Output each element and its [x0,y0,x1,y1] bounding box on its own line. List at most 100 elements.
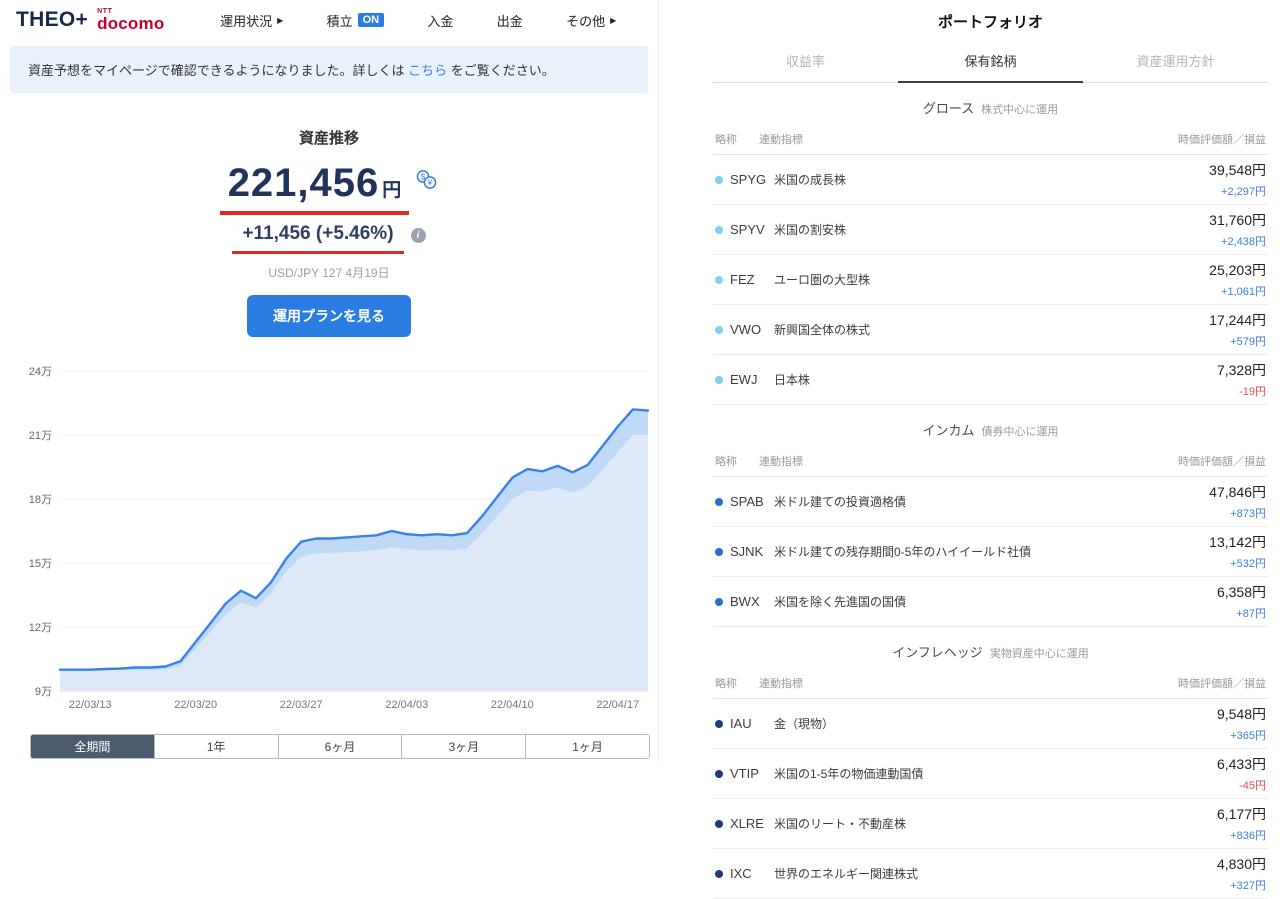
nav-item-5[interactable]: その他 ▶ [566,11,616,30]
holding-row-left: VTIP 米国の1-5年の物価連動国債 [715,765,933,782]
period-tab-4[interactable]: 3ヶ月 [401,735,526,758]
ticker-symbol: SJNK [730,544,764,559]
portfolio-tab-3[interactable]: 資産運用方針 [1083,44,1268,82]
currency-exchange-icon[interactable]: $ ¥ [415,169,438,190]
x-axis-label: 22/04/10 [491,699,534,711]
asset-value: 9,548円 [1216,706,1266,722]
asset-profit-loss: +532円 [1230,558,1266,570]
column-header-ticker: 略称 [715,456,737,468]
holding-row[interactable]: FEZ ユーロ圏の大型株 25,203円 +1,061円 [713,255,1268,305]
period-tab-5[interactable]: 1ヶ月 [525,735,649,758]
ticker-symbol: VTIP [730,766,759,781]
asset-profit-loss: +2,438円 [1221,236,1266,248]
holding-row-left: EWJ 日本株 [715,371,820,388]
section-subtitle: 実物資産中心に運用 [989,648,1089,660]
asset-dot-icon [715,769,723,778]
asset-value: 6,433円 [1216,756,1266,772]
period-tab-1[interactable]: 全期間 [31,735,154,758]
holding-row-right: 9,548円 +365円 [1217,704,1266,743]
asset-profit-loss: +87円 [1236,608,1266,620]
holding-row-left: IAU 金（現物） [715,715,844,732]
total-assets-row: 221,456 円 $ ¥ [0,161,658,215]
nav-item-label: 運用状況 [220,13,273,29]
holding-row[interactable]: SPYV 米国の割安株 31,760円 +2,438円 [713,205,1268,255]
holding-row-right: 6,433円 -45円 [1217,754,1266,793]
asset-value: 25,203円 [1209,262,1266,278]
nav-item-2[interactable]: 積立 ON [327,11,385,30]
period-tab-3[interactable]: 6ヶ月 [277,735,402,758]
holding-row-right: 4,830円 +327円 [1217,854,1266,893]
portfolio-title: ポートフォリオ [937,14,1043,31]
profit-value: +11,456 [242,223,311,244]
holding-row-left: SPYG 米国の成長株 [715,171,856,188]
asset-profit-loss: +579円 [1230,336,1266,348]
nav-item-3[interactable]: 入金 [427,11,453,30]
banner-text-after: をご覧ください。 [447,63,555,78]
asset-description: ユーロ圏の大型株 [774,273,871,287]
portfolio-section: グロース 株式中心に運用 略称 連動指標 時価評価額／損益 SPYG 米国の成長株 39,54… [713,83,1268,405]
asset-dot-icon [715,819,723,828]
brand-logo[interactable]: THEO+ NTT docomo [16,8,164,32]
column-header-value: 時価評価額／損益 [1178,134,1266,146]
column-header-ticker: 略称 [715,678,737,690]
holding-row[interactable]: XLRE 米国のリート・不動産株 6,177円 +836円 [713,799,1268,849]
period-tab-2[interactable]: 1年 [153,735,278,758]
section-title: インフレヘッジ 実物資産中心に運用 [713,627,1268,671]
holding-row[interactable]: EWJ 日本株 7,328円 -19円 [713,355,1268,405]
holding-row[interactable]: IXC 世界のエネルギー関連株式 4,830円 +327円 [713,849,1268,899]
period-selector: 全期間 1年 6ヶ月 3ヶ月 1ヶ月 [30,734,650,759]
holding-row[interactable]: VTIP 米国の1-5年の物価連動国債 6,433円 -45円 [713,749,1268,799]
holding-row-left: SJNK 米ドル建ての残存期間0-5年のハイイールド社債 [715,543,1041,560]
holding-row[interactable]: SJNK 米ドル建ての残存期間0-5年のハイイールド社債 13,142円 +532円 [713,527,1268,577]
holding-row-left: IXC 世界のエネルギー関連株式 [715,865,928,882]
asset-value: 31,760円 [1209,212,1266,228]
ticker-symbol: BWX [730,594,760,609]
portfolio-tab-2[interactable]: 保有銘柄 [898,44,1083,83]
portfolio-tab-1[interactable]: 収益率 [713,44,898,82]
ticker-symbol: SPAB [730,494,764,509]
docomo-logo-text: docomo [97,14,165,33]
profit-underline: +11,456 (+5.46%) [232,223,404,254]
nav-item-label: その他 [566,13,606,29]
asset-profit-loss: +873円 [1230,508,1266,520]
nav-item-badge: ON [357,13,385,27]
holding-row-right: 6,177円 +836円 [1217,804,1266,843]
asset-dot-icon [715,719,723,728]
holding-row[interactable]: VWO 新興国全体の株式 17,244円 +579円 [713,305,1268,355]
nav-item-1[interactable]: 運用状況 ▶ [220,11,283,30]
holding-row-right: 17,244円 +579円 [1209,310,1266,349]
holding-row-right: 13,142円 +532円 [1209,532,1266,571]
notification-banner: 資産予想をマイページで確認できるようになりました。詳しくは こちら をご覧くださ… [10,46,648,93]
holding-row-left: SPAB 米ドル建ての投資適格債 [715,493,916,510]
info-icon[interactable]: i [410,228,426,243]
x-axis-label: 22/03/20 [174,699,217,711]
nav-item-4[interactable]: 出金 [497,11,523,30]
asset-description: 米国のリート・不動産株 [774,817,907,831]
asset-profit-loss: +2,297円 [1221,186,1266,198]
profit-row: +11,456 (+5.46%) i [0,223,658,254]
portfolio-sections: グロース 株式中心に運用 略称 連動指標 時価評価額／損益 SPYG 米国の成長株 39,54… [713,83,1268,899]
asset-value: 4,830円 [1216,856,1266,872]
holding-row-left: VWO 新興国全体の株式 [715,321,880,338]
view-plan-button[interactable]: 運用プランを見る [247,295,411,337]
banner-link[interactable]: こちら [408,63,447,78]
nav-item-label: 出金 [496,13,523,29]
ticker-symbol: SPYG [730,172,767,187]
holding-row-right: 7,328円 -19円 [1217,360,1266,399]
asset-description: 世界のエネルギー関連株式 [774,867,919,881]
column-header-value: 時価評価額／損益 [1178,456,1266,468]
top-navigation: THEO+ NTT docomo 運用状況 ▶ 積立 ON 入金 出金 その他 ▶ [0,0,658,40]
holding-row[interactable]: BWX 米国を除く先進国の国債 6,358円 +87円 [713,577,1268,627]
ticker-symbol: EWJ [730,372,758,387]
holding-row-right: 39,548円 +2,297円 [1209,160,1266,199]
asset-description: 米国を除く先進国の国債 [774,595,907,609]
dashboard-panel: THEO+ NTT docomo 運用状況 ▶ 積立 ON 入金 出金 その他 ▶ 資産予想を… [0,0,658,761]
x-axis-label: 22/04/17 [596,699,639,711]
section-title: グロース 株式中心に運用 [713,83,1268,127]
holding-row[interactable]: IAU 金（現物） 9,548円 +365円 [713,699,1268,749]
fx-rate-note: USD/JPY 127 4月19日 [268,266,390,280]
holding-row[interactable]: SPAB 米ドル建ての投資適格債 47,846円 +873円 [713,477,1268,527]
section-name: インカム [922,423,975,438]
holding-row[interactable]: SPYG 米国の成長株 39,548円 +2,297円 [713,155,1268,205]
asset-value: 6,358円 [1216,584,1266,600]
